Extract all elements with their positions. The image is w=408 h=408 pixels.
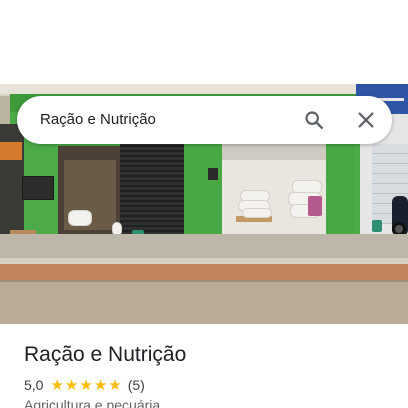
review-count-link[interactable]: (5): [128, 377, 145, 393]
star-icon: ★: [108, 376, 122, 394]
orange-post: [0, 142, 22, 160]
place-category: Agricultura e pecuária: [24, 397, 161, 408]
rating-row[interactable]: 5,0 ★ ★ ★ ★ ★ (5): [24, 376, 145, 394]
bucket: [372, 220, 382, 232]
meter-box: [22, 176, 54, 200]
search-icon[interactable]: [303, 109, 325, 131]
wall-switch: [208, 168, 218, 180]
star-icon: ★: [93, 376, 108, 394]
right-bay-shadow: [222, 144, 326, 160]
feed-sack: [68, 210, 92, 226]
top-blank-area: [0, 0, 408, 84]
star-icon: ★: [79, 376, 93, 394]
roof-band: [0, 84, 408, 94]
plastic-chair: [308, 196, 322, 216]
search-input[interactable]: Ração e Nutrição: [40, 111, 156, 128]
star-icon: ★: [50, 376, 64, 394]
search-bar[interactable]: Ração e Nutrição: [17, 96, 392, 144]
rating-value: 5,0: [24, 377, 44, 393]
rolling-shutter: [120, 142, 184, 238]
feed-sack: [242, 208, 272, 218]
green-pillar: [184, 142, 222, 242]
star-icon: ★: [64, 376, 79, 394]
place-title: Ração e Nutrição: [24, 343, 187, 366]
close-icon[interactable]: [355, 109, 377, 131]
road: [0, 282, 408, 324]
star-rating: ★ ★ ★ ★ ★: [50, 378, 122, 393]
green-pillar-right: [326, 142, 354, 242]
